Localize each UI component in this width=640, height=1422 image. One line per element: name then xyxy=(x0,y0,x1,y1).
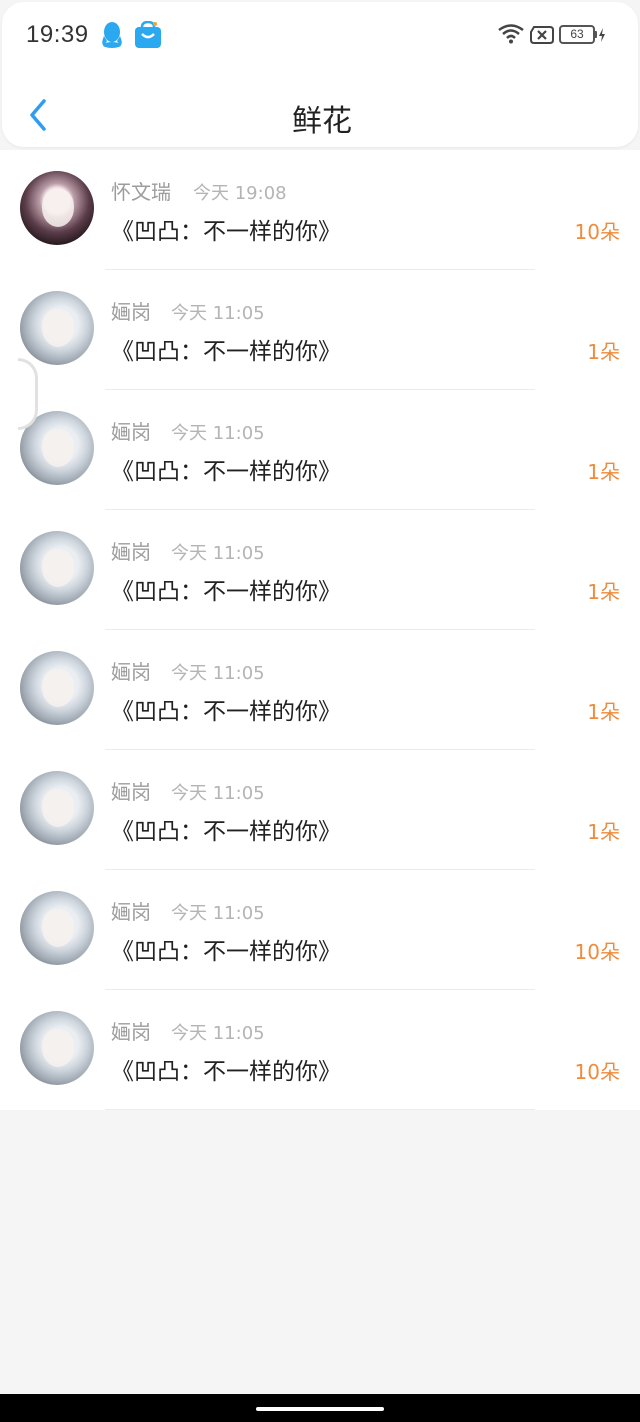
page-title: 鲜花 xyxy=(292,104,352,139)
list-item[interactable]: 怀文瑞 今天 19:08 《凹凸：不一样的你》 10朵 xyxy=(0,150,640,270)
sender-name: 婳岗 xyxy=(111,420,151,444)
list-item[interactable]: 婳岗 今天 11:05 《凹凸：不一样的你》 10朵 xyxy=(0,990,640,1110)
book-title: 《凹凸：不一样的你》 xyxy=(111,339,341,365)
sender-name: 怀文瑞 xyxy=(111,180,171,204)
home-indicator[interactable] xyxy=(256,1407,384,1411)
sender-name: 婳岗 xyxy=(111,540,151,564)
flower-amount: 1朵 xyxy=(587,580,620,604)
flower-amount: 1朵 xyxy=(587,820,620,844)
qq-icon xyxy=(102,22,122,48)
flower-amount: 1朵 xyxy=(587,700,620,724)
sender-name: 婳岗 xyxy=(111,660,151,684)
timestamp: 今天 11:05 xyxy=(171,903,265,924)
timestamp: 今天 19:08 xyxy=(193,183,287,204)
status-time: 19:39 xyxy=(26,21,89,48)
flower-amount: 10朵 xyxy=(574,940,620,964)
edge-swipe-handle[interactable] xyxy=(18,358,38,430)
sender-name: 婳岗 xyxy=(111,300,151,324)
timestamp: 今天 11:05 xyxy=(171,303,265,324)
flower-list: 怀文瑞 今天 19:08 《凹凸：不一样的你》 10朵 婳岗 今天 11:05 … xyxy=(0,150,640,1110)
screen: 19:39 63 鲜花 怀文瑞 今天 19:08 《凹凸：不一样的你》 10朵 … xyxy=(0,0,640,1422)
app-store-bag-icon xyxy=(135,21,161,48)
book-title: 《凹凸：不一样的你》 xyxy=(111,699,341,725)
timestamp: 今天 11:05 xyxy=(171,1023,265,1044)
timestamp: 今天 11:05 xyxy=(171,663,265,684)
avatar[interactable] xyxy=(20,171,94,245)
divider xyxy=(105,1109,535,1110)
book-title: 《凹凸：不一样的你》 xyxy=(111,819,341,845)
timestamp: 今天 11:05 xyxy=(171,783,265,804)
flower-amount: 1朵 xyxy=(587,460,620,484)
wifi-icon xyxy=(498,24,524,44)
list-item[interactable]: 婳岗 今天 11:05 《凹凸：不一样的你》 1朵 xyxy=(0,510,640,630)
book-title: 《凹凸：不一样的你》 xyxy=(111,579,341,605)
header: 19:39 63 鲜花 xyxy=(2,2,638,147)
list-item[interactable]: 婳岗 今天 11:05 《凹凸：不一样的你》 1朵 xyxy=(0,270,640,390)
avatar[interactable] xyxy=(20,891,94,965)
avatar[interactable] xyxy=(20,531,94,605)
book-title: 《凹凸：不一样的你》 xyxy=(111,459,341,485)
avatar[interactable] xyxy=(20,1011,94,1085)
charging-icon xyxy=(599,28,605,42)
sender-name: 婳岗 xyxy=(111,900,151,924)
battery-icon: 63 xyxy=(559,25,595,44)
flower-amount: 1朵 xyxy=(587,340,620,364)
avatar[interactable] xyxy=(20,771,94,845)
sender-name: 婳岗 xyxy=(111,780,151,804)
book-title: 《凹凸：不一样的你》 xyxy=(111,219,341,245)
sender-name: 婳岗 xyxy=(111,1020,151,1044)
avatar[interactable] xyxy=(20,651,94,725)
flower-amount: 10朵 xyxy=(574,220,620,244)
list-item[interactable]: 婳岗 今天 11:05 《凹凸：不一样的你》 1朵 xyxy=(0,390,640,510)
avatar[interactable] xyxy=(20,291,94,365)
timestamp: 今天 11:05 xyxy=(171,423,265,444)
list-item[interactable]: 婳岗 今天 11:05 《凹凸：不一样的你》 1朵 xyxy=(0,750,640,870)
list-item[interactable]: 婳岗 今天 11:05 《凹凸：不一样的你》 1朵 xyxy=(0,630,640,750)
battery-cap xyxy=(594,31,597,38)
sim-no-service-icon xyxy=(530,26,554,44)
book-title: 《凹凸：不一样的你》 xyxy=(111,1059,341,1085)
timestamp: 今天 11:05 xyxy=(171,543,265,564)
flower-amount: 10朵 xyxy=(574,1060,620,1084)
book-title: 《凹凸：不一样的你》 xyxy=(111,939,341,965)
list-item[interactable]: 婳岗 今天 11:05 《凹凸：不一样的你》 10朵 xyxy=(0,870,640,990)
